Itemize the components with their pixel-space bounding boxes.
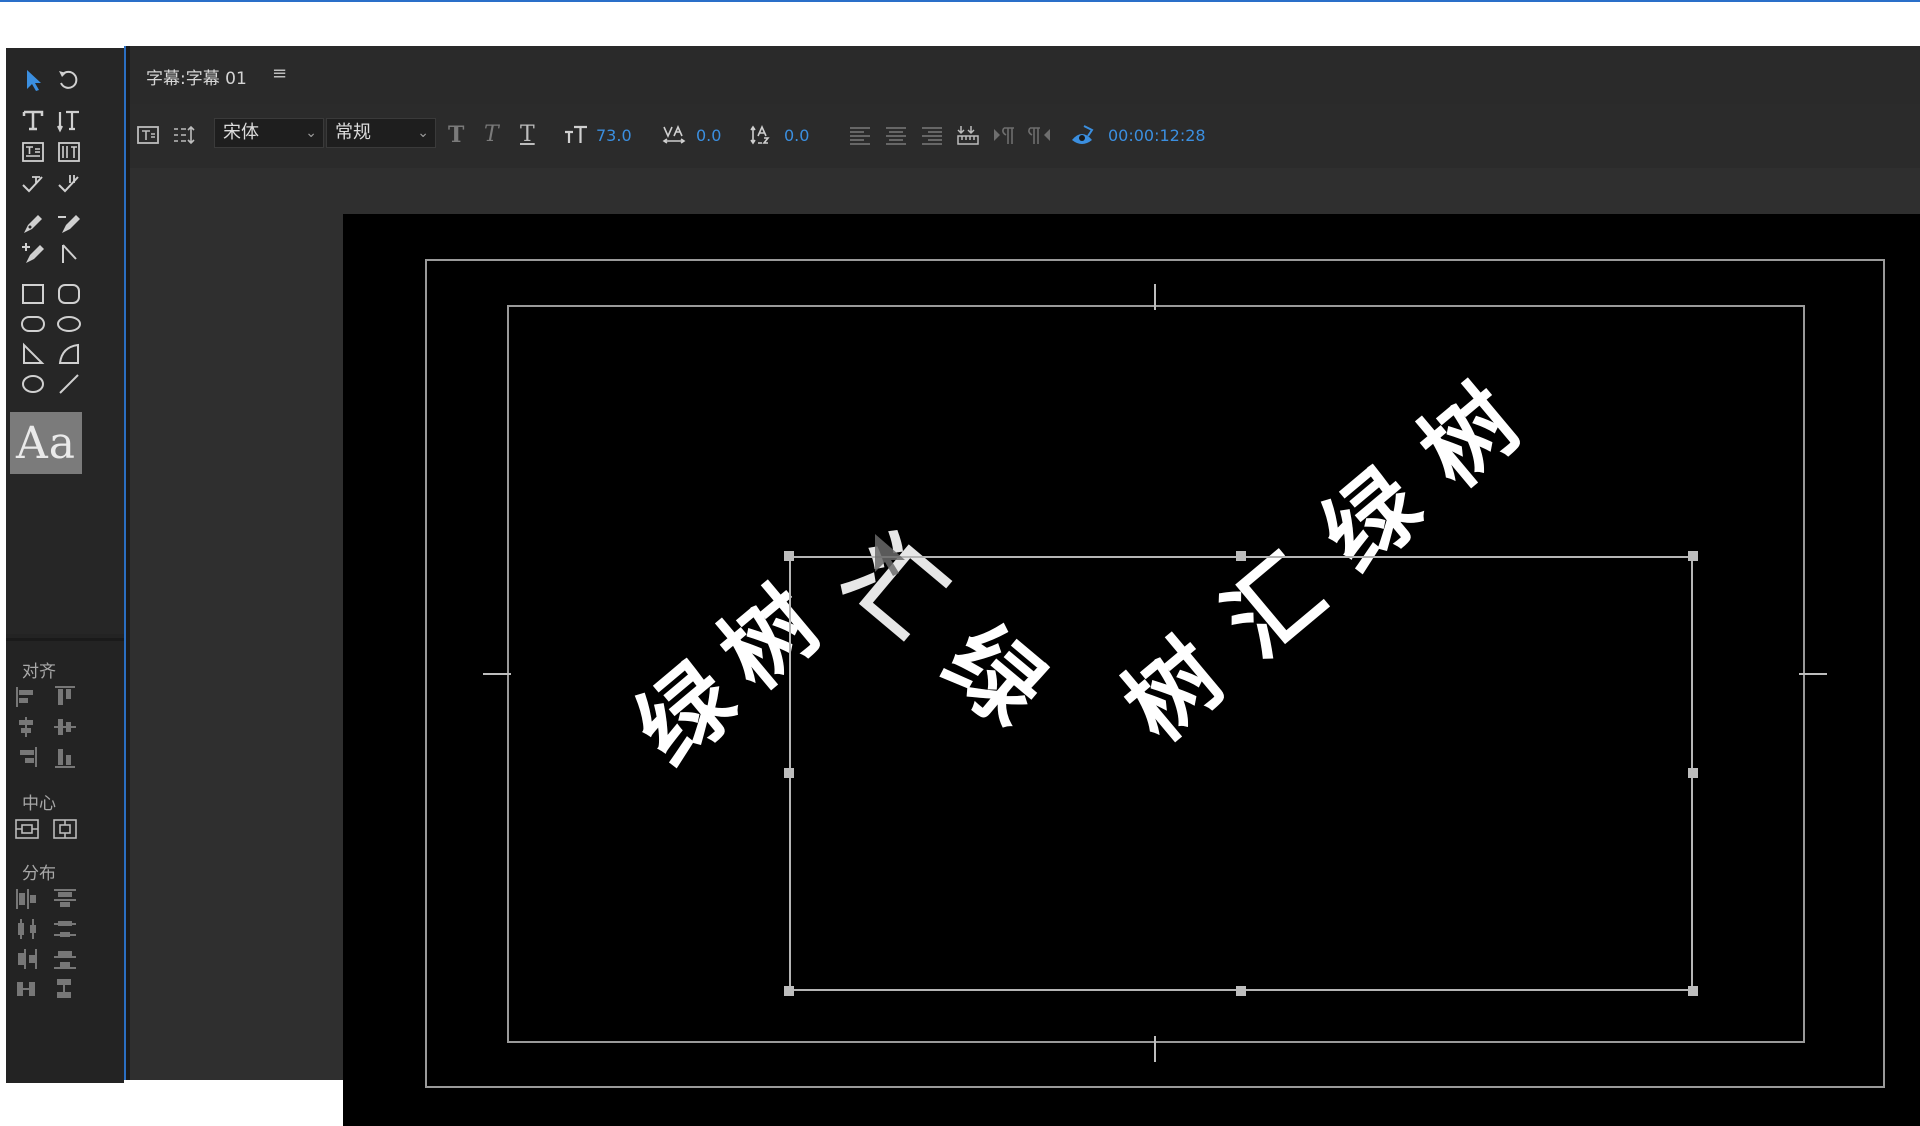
font-family-select[interactable]: 宋体 ⌄ — [214, 118, 324, 148]
delete-anchor-point-tool-icon[interactable] — [54, 210, 84, 238]
resize-handle-bottom-right[interactable] — [1688, 986, 1698, 996]
leading-icon — [748, 122, 776, 148]
align-top-icon[interactable] — [52, 685, 80, 711]
area-type-tool-icon[interactable] — [18, 138, 48, 166]
distribute-left-icon[interactable] — [14, 887, 42, 913]
align-left-text-icon[interactable] — [846, 122, 874, 148]
leading-value[interactable]: 0.0 — [784, 126, 809, 145]
rounded-rectangle-tool-icon[interactable] — [54, 280, 84, 308]
distribute-vertical-center-icon[interactable] — [52, 917, 80, 943]
ellipse-tool-icon[interactable] — [18, 370, 48, 398]
title-designer-panel: 字幕:字幕 01 ≡ 宋体 ⌄ 常规 ⌄ T T T 73.0 0.0 0.0 … — [130, 46, 1920, 1126]
wedge-tool-icon[interactable] — [18, 340, 48, 368]
paragraph-forward-icon[interactable] — [990, 122, 1018, 148]
distribute-right-icon[interactable] — [14, 947, 42, 973]
center-mark-top — [1154, 284, 1156, 310]
hamburger-menu-icon[interactable]: ≡ — [272, 63, 287, 84]
tab-stops-icon[interactable] — [170, 122, 198, 148]
font-family-value: 宋体 — [223, 122, 259, 143]
vertical-area-type-tool-icon[interactable] — [54, 138, 84, 166]
bold-icon[interactable]: T — [448, 122, 464, 148]
show-background-video-icon[interactable] — [1068, 122, 1096, 148]
chevron-down-icon: ⌄ — [417, 125, 429, 141]
type-tool-icon[interactable] — [18, 106, 48, 134]
resize-handle-middle-left[interactable] — [784, 768, 794, 778]
selection-tool-icon[interactable] — [18, 66, 48, 94]
vertical-type-tool-icon[interactable] — [54, 106, 84, 134]
font-size-icon — [562, 122, 590, 148]
pen-tool-icon[interactable] — [18, 210, 48, 238]
distribute-vertical-even-icon[interactable] — [52, 977, 80, 1003]
font-size-value[interactable]: 73.0 — [596, 126, 632, 145]
panel-header: 字幕:字幕 01 ≡ — [130, 46, 1920, 104]
tools-section: Aa — [6, 48, 124, 634]
resize-handle-bottom-center[interactable] — [1236, 986, 1246, 996]
font-style-select[interactable]: 常规 ⌄ — [326, 118, 436, 148]
add-anchor-point-tool-icon[interactable] — [18, 240, 48, 268]
italic-icon[interactable]: T — [484, 122, 499, 147]
center-label: 中心 — [22, 794, 56, 814]
distribute-label: 分布 — [22, 864, 56, 884]
selection-bounding-box[interactable] — [789, 556, 1693, 991]
center-mark-bottom — [1154, 1036, 1156, 1062]
clipped-corner-rectangle-tool-icon[interactable] — [18, 310, 48, 338]
center-vertical-icon[interactable] — [52, 817, 80, 843]
line-tool-icon[interactable] — [54, 370, 84, 398]
resize-handle-top-right[interactable] — [1688, 551, 1698, 561]
font-style-value: 常规 — [335, 122, 371, 143]
underline-icon[interactable]: T — [520, 122, 535, 147]
roll-crawl-options-icon[interactable] — [134, 122, 162, 148]
distribute-top-icon[interactable] — [52, 887, 80, 913]
align-right-text-icon[interactable] — [918, 122, 946, 148]
resize-handle-middle-right[interactable] — [1688, 768, 1698, 778]
rectangle-tool-icon[interactable] — [18, 280, 48, 308]
center-horizontal-icon[interactable] — [14, 817, 42, 843]
distribute-horizontal-even-icon[interactable] — [14, 977, 42, 1003]
tab-stops-ruler-icon[interactable] — [954, 122, 982, 148]
align-right-icon[interactable] — [14, 745, 42, 771]
paragraph-backward-icon[interactable] — [1026, 122, 1054, 148]
rotation-tool-icon[interactable] — [54, 66, 84, 94]
kerning-icon — [660, 122, 688, 148]
align-section: 对齐 中心 分布 — [6, 638, 124, 1083]
align-left-icon[interactable] — [14, 685, 42, 711]
align-vertical-center-icon[interactable] — [52, 715, 80, 741]
arc-tool-icon[interactable] — [54, 340, 84, 368]
path-type-tool-icon[interactable] — [18, 170, 48, 198]
distribute-bottom-icon[interactable] — [52, 947, 80, 973]
title-properties-toolbar: 宋体 ⌄ 常规 ⌄ T T T 73.0 0.0 0.0 00:00:12:28 — [130, 104, 1920, 168]
rounded-corner-rectangle-tool-icon[interactable] — [54, 310, 84, 338]
resize-handle-top-center[interactable] — [1236, 551, 1246, 561]
mouse-cursor-icon — [871, 532, 911, 578]
chevron-down-icon: ⌄ — [305, 125, 317, 141]
center-mark-left — [483, 673, 511, 675]
title-bar — [0, 0, 1920, 46]
align-center-text-icon[interactable] — [882, 122, 910, 148]
vertical-path-type-tool-icon[interactable] — [54, 170, 84, 198]
distribute-horizontal-center-icon[interactable] — [14, 917, 42, 943]
panel-title: 字幕:字幕 01 — [146, 69, 247, 89]
convert-anchor-point-tool-icon[interactable] — [54, 240, 84, 268]
resize-handle-top-left[interactable] — [784, 551, 794, 561]
align-label: 对齐 — [22, 662, 56, 682]
title-canvas[interactable]: 绿 树 汇 绿 树 汇 绿 树 — [343, 214, 1920, 1126]
resize-handle-bottom-left[interactable] — [784, 986, 794, 996]
align-horizontal-center-icon[interactable] — [14, 715, 42, 741]
style-swatch-label: Aa — [15, 417, 76, 469]
center-mark-right — [1799, 673, 1827, 675]
title-tools-panel: Aa 对齐 中心 分布 — [6, 48, 124, 1083]
style-swatch[interactable]: Aa — [10, 412, 82, 474]
timecode-value[interactable]: 00:00:12:28 — [1108, 126, 1206, 145]
align-bottom-icon[interactable] — [52, 745, 80, 771]
kerning-value[interactable]: 0.0 — [696, 126, 721, 145]
